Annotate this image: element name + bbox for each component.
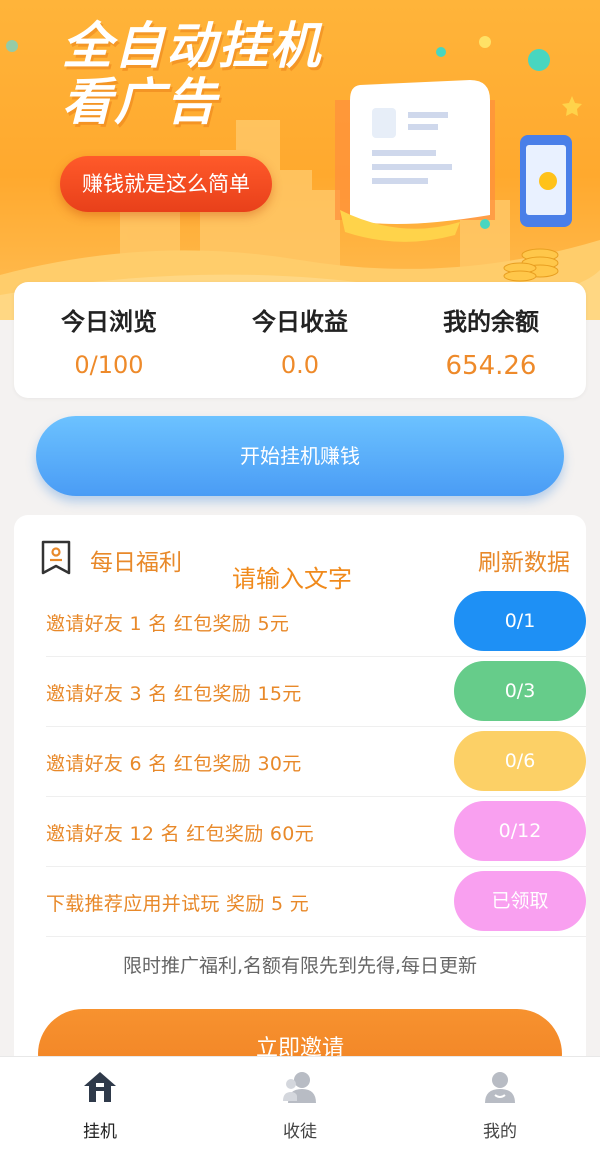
task-label: 下载推荐应用并试玩 奖励 5 元 [46, 893, 310, 915]
banner-title: 全自动挂机 看广告 [62, 17, 322, 131]
nav-label: 我的 [483, 1122, 517, 1142]
task-label: 邀请好友 12 名 红包奖励 60元 [46, 823, 314, 845]
promo-notice: 限时推广福利,名额有限先到先得,每日更新 [122, 955, 478, 977]
task-status-button[interactable]: 0/3 [454, 661, 586, 721]
task-row: 邀请好友 1 名 红包奖励 5元 0/1 [46, 587, 586, 657]
stat-today-views: 今日浏览 0/100 [14, 302, 204, 379]
task-row: 邀请好友 3 名 红包奖励 15元 0/3 [46, 657, 586, 727]
stat-label: 今日收益 [252, 308, 348, 336]
banner-slogan-pill: 赚钱就是这么简单 [60, 156, 272, 212]
stat-value: 654.26 [445, 351, 537, 381]
stat-value: 0/100 [74, 351, 144, 379]
stat-value: 0.0 [280, 351, 320, 379]
start-earning-button[interactable]: 开始挂机赚钱 [36, 416, 564, 496]
task-row: 邀请好友 12 名 红包奖励 60元 0/12 [46, 797, 586, 867]
nav-item-profile[interactable]: 我的 [400, 1057, 600, 1150]
bottom-nav: 挂机 收徒 我的 [0, 1056, 600, 1150]
task-status-button[interactable]: 0/12 [454, 801, 586, 861]
home-icon [84, 1072, 116, 1102]
stat-today-earnings: 今日收益 0.0 [205, 302, 395, 379]
task-label: 邀请好友 3 名 红包奖励 15元 [46, 683, 302, 705]
task-label: 邀请好友 1 名 红包奖励 5元 [46, 613, 290, 635]
hero-banner: 全自动挂机 看广告 赚钱就是这么简单 [0, 0, 600, 320]
apprentice-icon [283, 1072, 316, 1103]
nav-item-hangup[interactable]: 挂机 [0, 1057, 200, 1150]
nav-label: 挂机 [83, 1122, 117, 1142]
bookmark-icon [41, 540, 71, 575]
task-row: 邀请好友 6 名 红包奖励 30元 0/6 [46, 727, 586, 797]
stat-my-balance: 我的余额 654.26 [396, 302, 586, 381]
task-status-button[interactable]: 0/6 [454, 731, 586, 791]
nav-label: 收徒 [283, 1122, 317, 1142]
stat-label: 我的余额 [443, 308, 539, 336]
stats-card: 今日浏览 0/100 今日收益 0.0 我的余额 654.26 [14, 282, 586, 398]
stat-label: 今日浏览 [61, 308, 157, 336]
task-row: 下载推荐应用并试玩 奖励 5 元 已领取 [46, 867, 586, 937]
task-status-button[interactable]: 0/1 [454, 591, 586, 651]
task-status-button[interactable]: 已领取 [454, 871, 586, 931]
profile-icon [485, 1072, 515, 1103]
daily-welfare-card: 每日福利 请输入文字 刷新数据 邀请好友 1 名 红包奖励 5元 0/1 邀请好… [14, 515, 586, 1099]
refresh-data-link[interactable]: 刷新数据 [478, 543, 570, 577]
task-label: 邀请好友 6 名 红包奖励 30元 [46, 753, 302, 775]
nav-item-apprentice[interactable]: 收徒 [200, 1057, 400, 1150]
daily-welfare-title: 每日福利 [90, 550, 182, 576]
